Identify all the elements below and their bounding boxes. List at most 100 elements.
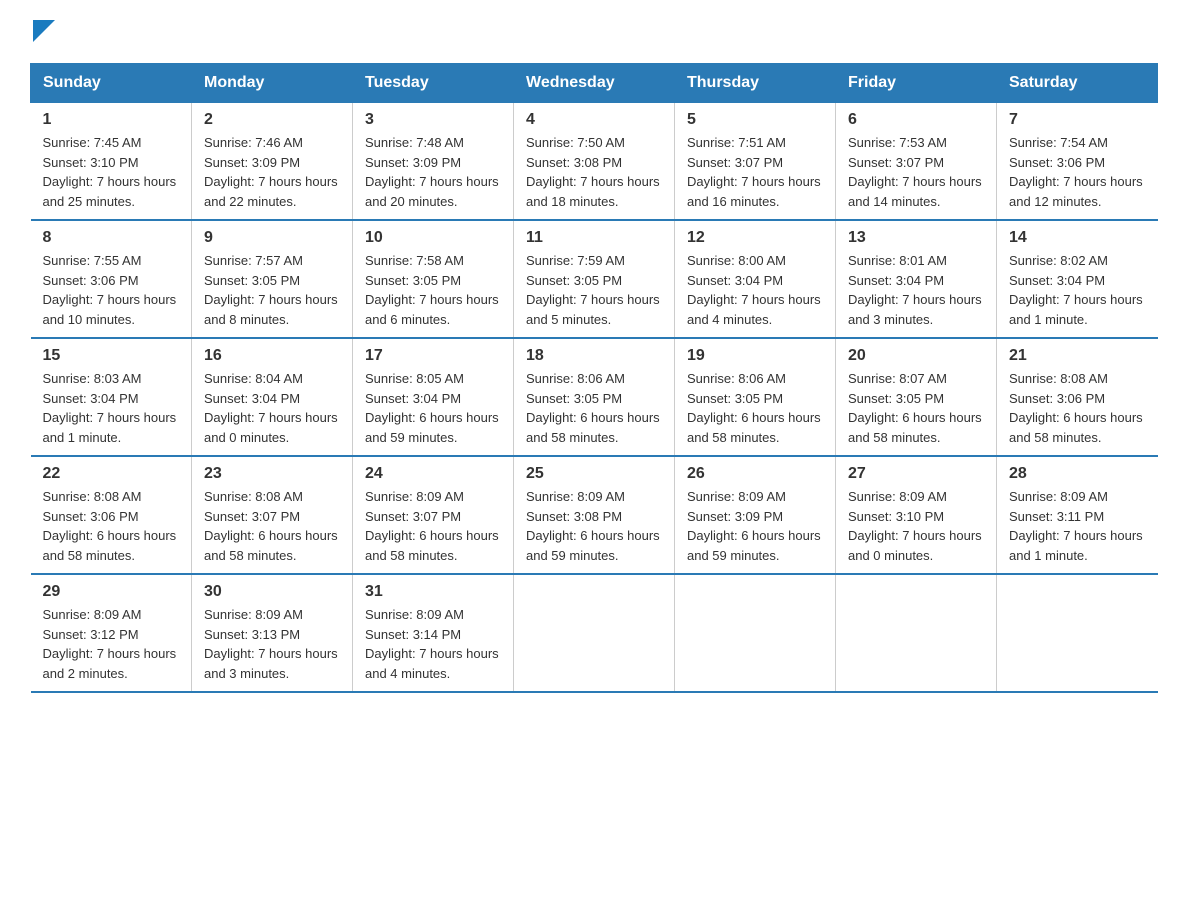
day-info: Sunrise: 8:06 AMSunset: 3:05 PMDaylight:…	[687, 369, 823, 447]
day-info: Sunrise: 8:03 AMSunset: 3:04 PMDaylight:…	[43, 369, 180, 447]
calendar-day-cell: 14 Sunrise: 8:02 AMSunset: 3:04 PMDaylig…	[997, 220, 1158, 338]
col-saturday: Saturday	[997, 64, 1158, 103]
day-info: Sunrise: 7:48 AMSunset: 3:09 PMDaylight:…	[365, 133, 501, 211]
col-tuesday: Tuesday	[353, 64, 514, 103]
day-info: Sunrise: 8:09 AMSunset: 3:10 PMDaylight:…	[848, 487, 984, 565]
calendar-day-cell: 23 Sunrise: 8:08 AMSunset: 3:07 PMDaylig…	[192, 456, 353, 574]
calendar-day-cell: 29 Sunrise: 8:09 AMSunset: 3:12 PMDaylig…	[31, 574, 192, 692]
calendar-day-cell: 25 Sunrise: 8:09 AMSunset: 3:08 PMDaylig…	[514, 456, 675, 574]
day-number: 9	[204, 229, 340, 247]
calendar-week-row: 8 Sunrise: 7:55 AMSunset: 3:06 PMDayligh…	[31, 220, 1158, 338]
day-info: Sunrise: 8:09 AMSunset: 3:08 PMDaylight:…	[526, 487, 662, 565]
calendar-day-cell: 3 Sunrise: 7:48 AMSunset: 3:09 PMDayligh…	[353, 103, 514, 221]
calendar-day-cell: 20 Sunrise: 8:07 AMSunset: 3:05 PMDaylig…	[836, 338, 997, 456]
calendar-day-cell: 8 Sunrise: 7:55 AMSunset: 3:06 PMDayligh…	[31, 220, 192, 338]
day-info: Sunrise: 8:08 AMSunset: 3:06 PMDaylight:…	[1009, 369, 1146, 447]
calendar-day-cell: 9 Sunrise: 7:57 AMSunset: 3:05 PMDayligh…	[192, 220, 353, 338]
calendar-day-cell	[514, 574, 675, 692]
calendar-table: Sunday Monday Tuesday Wednesday Thursday…	[30, 63, 1158, 693]
calendar-day-cell	[836, 574, 997, 692]
day-number: 27	[848, 465, 984, 483]
day-number: 30	[204, 583, 340, 601]
day-number: 7	[1009, 111, 1146, 129]
day-number: 21	[1009, 347, 1146, 365]
calendar-week-row: 29 Sunrise: 8:09 AMSunset: 3:12 PMDaylig…	[31, 574, 1158, 692]
calendar-week-row: 1 Sunrise: 7:45 AMSunset: 3:10 PMDayligh…	[31, 103, 1158, 221]
day-number: 4	[526, 111, 662, 129]
day-info: Sunrise: 7:55 AMSunset: 3:06 PMDaylight:…	[43, 251, 180, 329]
day-info: Sunrise: 8:00 AMSunset: 3:04 PMDaylight:…	[687, 251, 823, 329]
day-number: 11	[526, 229, 662, 247]
day-info: Sunrise: 8:09 AMSunset: 3:11 PMDaylight:…	[1009, 487, 1146, 565]
day-info: Sunrise: 8:09 AMSunset: 3:13 PMDaylight:…	[204, 605, 340, 683]
col-sunday: Sunday	[31, 64, 192, 103]
day-info: Sunrise: 7:59 AMSunset: 3:05 PMDaylight:…	[526, 251, 662, 329]
calendar-day-cell: 5 Sunrise: 7:51 AMSunset: 3:07 PMDayligh…	[675, 103, 836, 221]
day-number: 22	[43, 465, 180, 483]
calendar-day-cell: 16 Sunrise: 8:04 AMSunset: 3:04 PMDaylig…	[192, 338, 353, 456]
day-info: Sunrise: 8:01 AMSunset: 3:04 PMDaylight:…	[848, 251, 984, 329]
calendar-day-cell: 10 Sunrise: 7:58 AMSunset: 3:05 PMDaylig…	[353, 220, 514, 338]
calendar-day-cell: 7 Sunrise: 7:54 AMSunset: 3:06 PMDayligh…	[997, 103, 1158, 221]
day-number: 13	[848, 229, 984, 247]
calendar-day-cell: 15 Sunrise: 8:03 AMSunset: 3:04 PMDaylig…	[31, 338, 192, 456]
day-info: Sunrise: 7:50 AMSunset: 3:08 PMDaylight:…	[526, 133, 662, 211]
day-number: 10	[365, 229, 501, 247]
col-friday: Friday	[836, 64, 997, 103]
calendar-day-cell: 2 Sunrise: 7:46 AMSunset: 3:09 PMDayligh…	[192, 103, 353, 221]
day-number: 20	[848, 347, 984, 365]
calendar-day-cell: 12 Sunrise: 8:00 AMSunset: 3:04 PMDaylig…	[675, 220, 836, 338]
day-number: 17	[365, 347, 501, 365]
day-number: 2	[204, 111, 340, 129]
col-wednesday: Wednesday	[514, 64, 675, 103]
day-info: Sunrise: 8:09 AMSunset: 3:07 PMDaylight:…	[365, 487, 501, 565]
day-number: 8	[43, 229, 180, 247]
calendar-day-cell: 13 Sunrise: 8:01 AMSunset: 3:04 PMDaylig…	[836, 220, 997, 338]
day-info: Sunrise: 7:54 AMSunset: 3:06 PMDaylight:…	[1009, 133, 1146, 211]
day-number: 3	[365, 111, 501, 129]
calendar-header: Sunday Monday Tuesday Wednesday Thursday…	[31, 64, 1158, 103]
day-info: Sunrise: 8:09 AMSunset: 3:14 PMDaylight:…	[365, 605, 501, 683]
day-number: 29	[43, 583, 180, 601]
col-thursday: Thursday	[675, 64, 836, 103]
day-info: Sunrise: 8:09 AMSunset: 3:09 PMDaylight:…	[687, 487, 823, 565]
day-info: Sunrise: 8:08 AMSunset: 3:07 PMDaylight:…	[204, 487, 340, 565]
day-number: 18	[526, 347, 662, 365]
calendar-day-cell: 26 Sunrise: 8:09 AMSunset: 3:09 PMDaylig…	[675, 456, 836, 574]
calendar-day-cell: 1 Sunrise: 7:45 AMSunset: 3:10 PMDayligh…	[31, 103, 192, 221]
page-header	[30, 20, 1158, 43]
day-info: Sunrise: 7:45 AMSunset: 3:10 PMDaylight:…	[43, 133, 180, 211]
calendar-day-cell: 27 Sunrise: 8:09 AMSunset: 3:10 PMDaylig…	[836, 456, 997, 574]
day-number: 14	[1009, 229, 1146, 247]
header-row: Sunday Monday Tuesday Wednesday Thursday…	[31, 64, 1158, 103]
calendar-day-cell: 22 Sunrise: 8:08 AMSunset: 3:06 PMDaylig…	[31, 456, 192, 574]
day-info: Sunrise: 8:08 AMSunset: 3:06 PMDaylight:…	[43, 487, 180, 565]
calendar-day-cell: 30 Sunrise: 8:09 AMSunset: 3:13 PMDaylig…	[192, 574, 353, 692]
day-number: 25	[526, 465, 662, 483]
day-info: Sunrise: 8:07 AMSunset: 3:05 PMDaylight:…	[848, 369, 984, 447]
day-number: 28	[1009, 465, 1146, 483]
calendar-body: 1 Sunrise: 7:45 AMSunset: 3:10 PMDayligh…	[31, 103, 1158, 693]
day-number: 19	[687, 347, 823, 365]
calendar-week-row: 22 Sunrise: 8:08 AMSunset: 3:06 PMDaylig…	[31, 456, 1158, 574]
day-number: 31	[365, 583, 501, 601]
calendar-day-cell: 21 Sunrise: 8:08 AMSunset: 3:06 PMDaylig…	[997, 338, 1158, 456]
col-monday: Monday	[192, 64, 353, 103]
calendar-day-cell: 31 Sunrise: 8:09 AMSunset: 3:14 PMDaylig…	[353, 574, 514, 692]
day-info: Sunrise: 7:57 AMSunset: 3:05 PMDaylight:…	[204, 251, 340, 329]
day-number: 12	[687, 229, 823, 247]
day-info: Sunrise: 7:58 AMSunset: 3:05 PMDaylight:…	[365, 251, 501, 329]
logo-arrow-icon	[33, 20, 55, 42]
day-info: Sunrise: 7:53 AMSunset: 3:07 PMDaylight:…	[848, 133, 984, 211]
calendar-day-cell: 11 Sunrise: 7:59 AMSunset: 3:05 PMDaylig…	[514, 220, 675, 338]
calendar-day-cell: 6 Sunrise: 7:53 AMSunset: 3:07 PMDayligh…	[836, 103, 997, 221]
logo	[30, 20, 55, 43]
day-number: 6	[848, 111, 984, 129]
calendar-day-cell: 28 Sunrise: 8:09 AMSunset: 3:11 PMDaylig…	[997, 456, 1158, 574]
day-info: Sunrise: 8:02 AMSunset: 3:04 PMDaylight:…	[1009, 251, 1146, 329]
day-number: 16	[204, 347, 340, 365]
day-info: Sunrise: 7:46 AMSunset: 3:09 PMDaylight:…	[204, 133, 340, 211]
calendar-day-cell	[997, 574, 1158, 692]
day-info: Sunrise: 7:51 AMSunset: 3:07 PMDaylight:…	[687, 133, 823, 211]
calendar-day-cell: 18 Sunrise: 8:06 AMSunset: 3:05 PMDaylig…	[514, 338, 675, 456]
